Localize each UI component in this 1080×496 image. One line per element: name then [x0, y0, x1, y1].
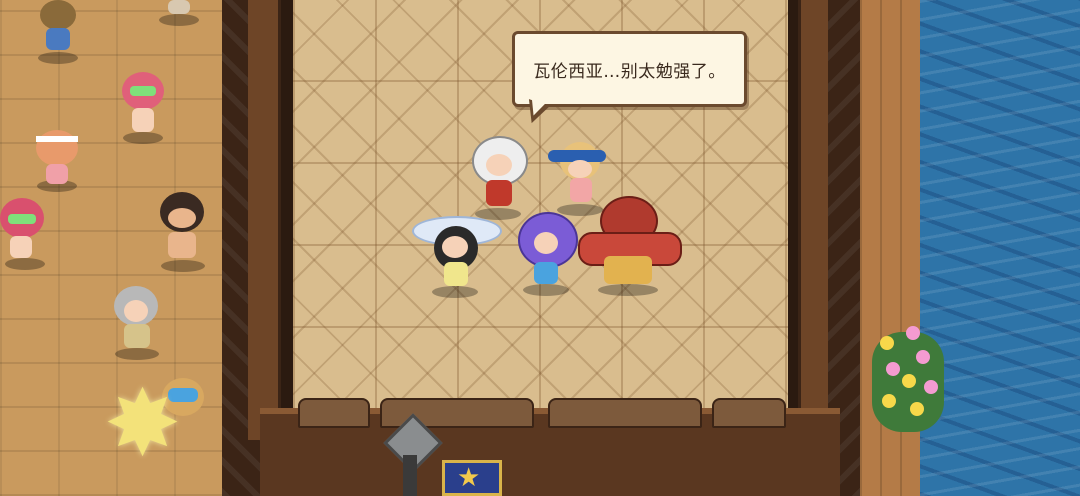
arena-bench — [712, 398, 786, 428]
star-icon: ✸ — [104, 370, 182, 477]
spectator-top[interactable] — [156, 0, 202, 26]
spectator-headband[interactable] — [32, 122, 82, 192]
character-red-armored-brute[interactable] — [578, 196, 682, 296]
left-arena-post — [248, 0, 281, 440]
spectator-pink-hair-2[interactable] — [0, 194, 50, 270]
character-white-hat-girl[interactable] — [412, 206, 502, 298]
sea-water — [920, 0, 1080, 496]
game-scene[interactable]: 瓦伦西亚…别太勉强了。 ✸ ★ — [0, 0, 1080, 496]
star-banner-icon: ★ — [442, 460, 502, 496]
right-arena-post — [798, 0, 831, 440]
spectator-grey-hair[interactable] — [110, 284, 164, 360]
spectator-sunglasses[interactable] — [34, 0, 82, 64]
character-purple-haired-girl[interactable] — [514, 208, 578, 296]
speech-bubble[interactable]: 瓦伦西亚…别太勉强了。 — [512, 31, 747, 127]
character-white-haired-girl[interactable] — [466, 136, 530, 220]
spectator-pink-hair-1[interactable] — [118, 68, 168, 144]
spectator-goggles[interactable] — [154, 188, 212, 272]
lantern-post — [403, 455, 417, 496]
arena-bench — [298, 398, 370, 428]
flower-planter — [872, 322, 944, 432]
dialogue-text: 瓦伦西亚…别太勉强了。 — [533, 61, 726, 82]
arena-bench — [548, 398, 702, 428]
